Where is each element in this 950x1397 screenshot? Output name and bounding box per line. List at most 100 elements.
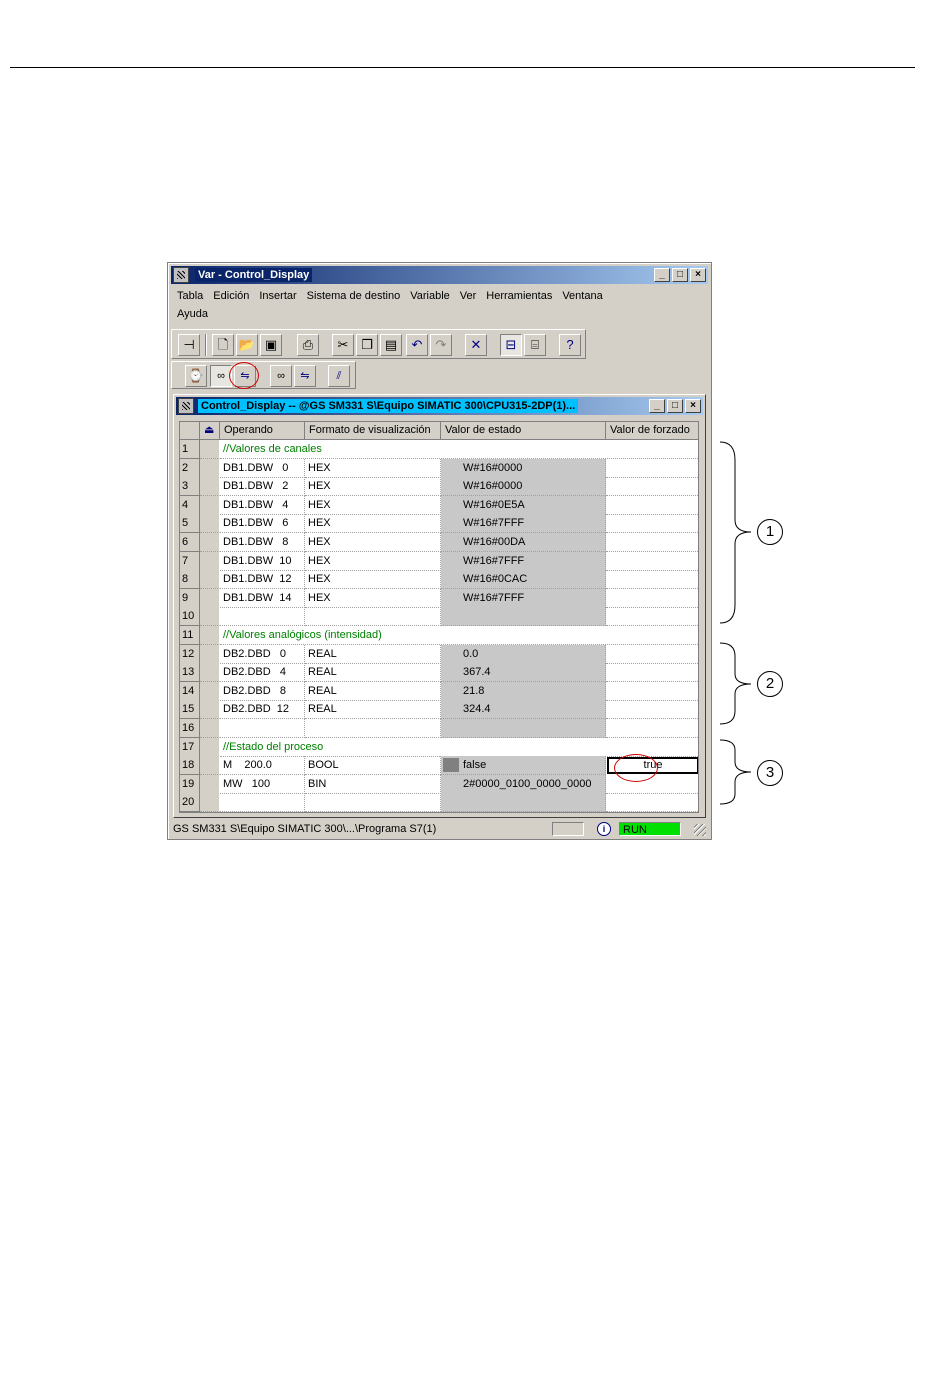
minimize-button[interactable]: _ [654,268,670,282]
modify-icon[interactable]: ⇋ [234,365,256,387]
format-cell[interactable]: HEX [305,533,441,552]
menu-ayuda[interactable]: Ayuda [172,305,213,323]
format-cell[interactable] [305,719,441,738]
row-number[interactable]: 17 [180,737,200,757]
open-icon[interactable]: 📂 [236,334,258,356]
comment-cell[interactable]: //Estado del proceso [220,738,698,757]
undo-icon[interactable]: ↶ [406,334,428,356]
menu-herramientas[interactable]: Herramientas [481,287,557,305]
format-cell[interactable]: HEX [305,570,441,590]
child-minimize-button[interactable]: _ [649,399,665,413]
format-cell[interactable]: HEX [305,551,441,571]
pin-icon[interactable]: ⊣ [178,334,200,356]
force-value-cell[interactable] [606,514,698,534]
operand-cell[interactable]: DB1.DBW 2 [220,477,305,497]
operand-cell[interactable]: DB2.DBD 12 [220,700,305,720]
comment-cell[interactable]: //Valores analógicos (intensidad) [220,626,698,645]
row-number[interactable]: 8 [180,570,200,590]
row-number[interactable]: 4 [180,495,200,515]
format-cell[interactable]: REAL [305,700,441,720]
header-operando[interactable]: Operando [220,422,305,440]
force-value-cell[interactable] [606,700,698,720]
row-number[interactable]: 18 [180,756,200,776]
operand-cell[interactable]: MW 100 [220,774,305,794]
format-cell[interactable]: HEX [305,588,441,608]
operand-cell[interactable]: DB1.DBW 14 [220,588,305,608]
force-value-cell[interactable] [606,607,698,627]
table-row[interactable]: 7 DB1.DBW 10 HEX W#16#7FFF [180,551,698,571]
child-titlebar[interactable]: Control_Display -- @GS SM331 S\Equipo SI… [176,397,703,415]
format-cell[interactable]: HEX [305,458,441,478]
copy-icon[interactable]: ❐ [356,334,378,356]
operand-cell[interactable] [220,607,305,627]
help-icon[interactable]: ? [559,334,581,356]
force-value-cell[interactable] [606,552,698,571]
redo-icon[interactable]: ↷ [430,334,452,356]
force-value-cell[interactable] [606,459,698,478]
table-row[interactable]: 15 DB2.DBD 12 REAL 324.4 [180,700,698,720]
format-cell[interactable]: REAL [305,681,441,701]
operand-cell[interactable]: DB1.DBW 4 [220,495,305,515]
cut-icon[interactable]: ✂ [332,334,354,356]
row-number[interactable]: 11 [180,626,200,645]
close-button[interactable]: × [690,268,706,282]
new-icon[interactable]: 🗋 [212,334,234,356]
operand-cell[interactable] [220,793,305,812]
operand-cell[interactable]: DB1.DBW 0 [220,458,305,478]
header-formato[interactable]: Formato de visualización [305,422,441,440]
menu-edicion[interactable]: Edición [208,287,254,305]
table-row[interactable]: 19 MW 100 BIN 2#0000_0100_0000_0000 [180,774,698,794]
glasses-update-icon[interactable]: ∞ [270,365,292,387]
force-value-cell[interactable] [606,682,698,701]
operand-cell[interactable] [220,719,305,738]
operand-cell[interactable]: DB1.DBW 10 [220,551,305,571]
force-value-cell[interactable] [606,477,698,497]
format-cell[interactable] [305,793,441,812]
operand-cell[interactable]: DB1.DBW 6 [220,514,305,534]
row-number[interactable]: 5 [180,514,200,534]
table-row[interactable]: 16 [180,719,698,738]
save-icon[interactable]: ▣ [260,334,282,356]
format-cell[interactable]: HEX [305,477,441,497]
row-number[interactable]: 19 [180,774,200,794]
row-number[interactable]: 2 [180,458,200,478]
force-value-cell[interactable] [606,793,698,812]
format-cell[interactable]: REAL [305,663,441,683]
glasses-icon[interactable]: ∞ [210,365,232,387]
format-cell[interactable]: HEX [305,495,441,515]
table-row[interactable]: 14 DB2.DBD 8 REAL 21.8 [180,681,698,701]
table-row[interactable]: 18 M 200.0 BOOL false true [180,756,698,776]
operand-cell[interactable]: DB1.DBW 8 [220,533,305,552]
table-row[interactable]: 11 //Valores analógicos (intensidad) [180,626,698,645]
menu-insertar[interactable]: Insertar [254,287,301,305]
table-row[interactable]: 13 DB2.DBD 4 REAL 367.4 [180,663,698,683]
table-row[interactable]: 8 DB1.DBW 12 HEX W#16#0CAC [180,570,698,590]
print-icon[interactable]: ⎙ [297,334,319,356]
network-icon[interactable]: ⌸ [524,334,546,356]
resize-grip[interactable] [694,824,706,836]
menu-sistema-destino[interactable]: Sistema de destino [302,287,406,305]
force-value-cell[interactable] [606,645,698,664]
force-value-cell[interactable] [606,719,698,738]
modify-update-icon[interactable]: ⇋ [294,365,316,387]
table-row[interactable]: 17 //Estado del proceso [180,737,698,757]
row-number[interactable]: 6 [180,533,200,552]
operand-cell[interactable]: DB2.DBD 8 [220,681,305,701]
header-valor-estado[interactable]: Valor de estado [441,422,606,440]
row-number[interactable]: 15 [180,700,200,720]
header-symbol-column[interactable]: ⏏ [200,422,220,440]
format-cell[interactable]: HEX [305,514,441,534]
row-number[interactable]: 14 [180,681,200,701]
paste-icon[interactable]: ▤ [380,334,402,356]
force-value-cell[interactable] [606,589,698,608]
format-cell[interactable]: BOOL [305,756,441,776]
force-value-cell[interactable] [606,775,698,794]
delete-icon[interactable]: ✕ [465,334,487,356]
operand-cell[interactable]: DB2.DBD 0 [220,644,305,664]
row-number[interactable]: 13 [180,663,200,683]
row-number[interactable]: 9 [180,588,200,608]
menu-tabla[interactable]: Tabla [172,287,208,305]
force-value-cell[interactable] [606,663,698,683]
force-value-input[interactable]: true [607,757,698,775]
header-valor-forzado[interactable]: Valor de forzado [606,422,698,440]
